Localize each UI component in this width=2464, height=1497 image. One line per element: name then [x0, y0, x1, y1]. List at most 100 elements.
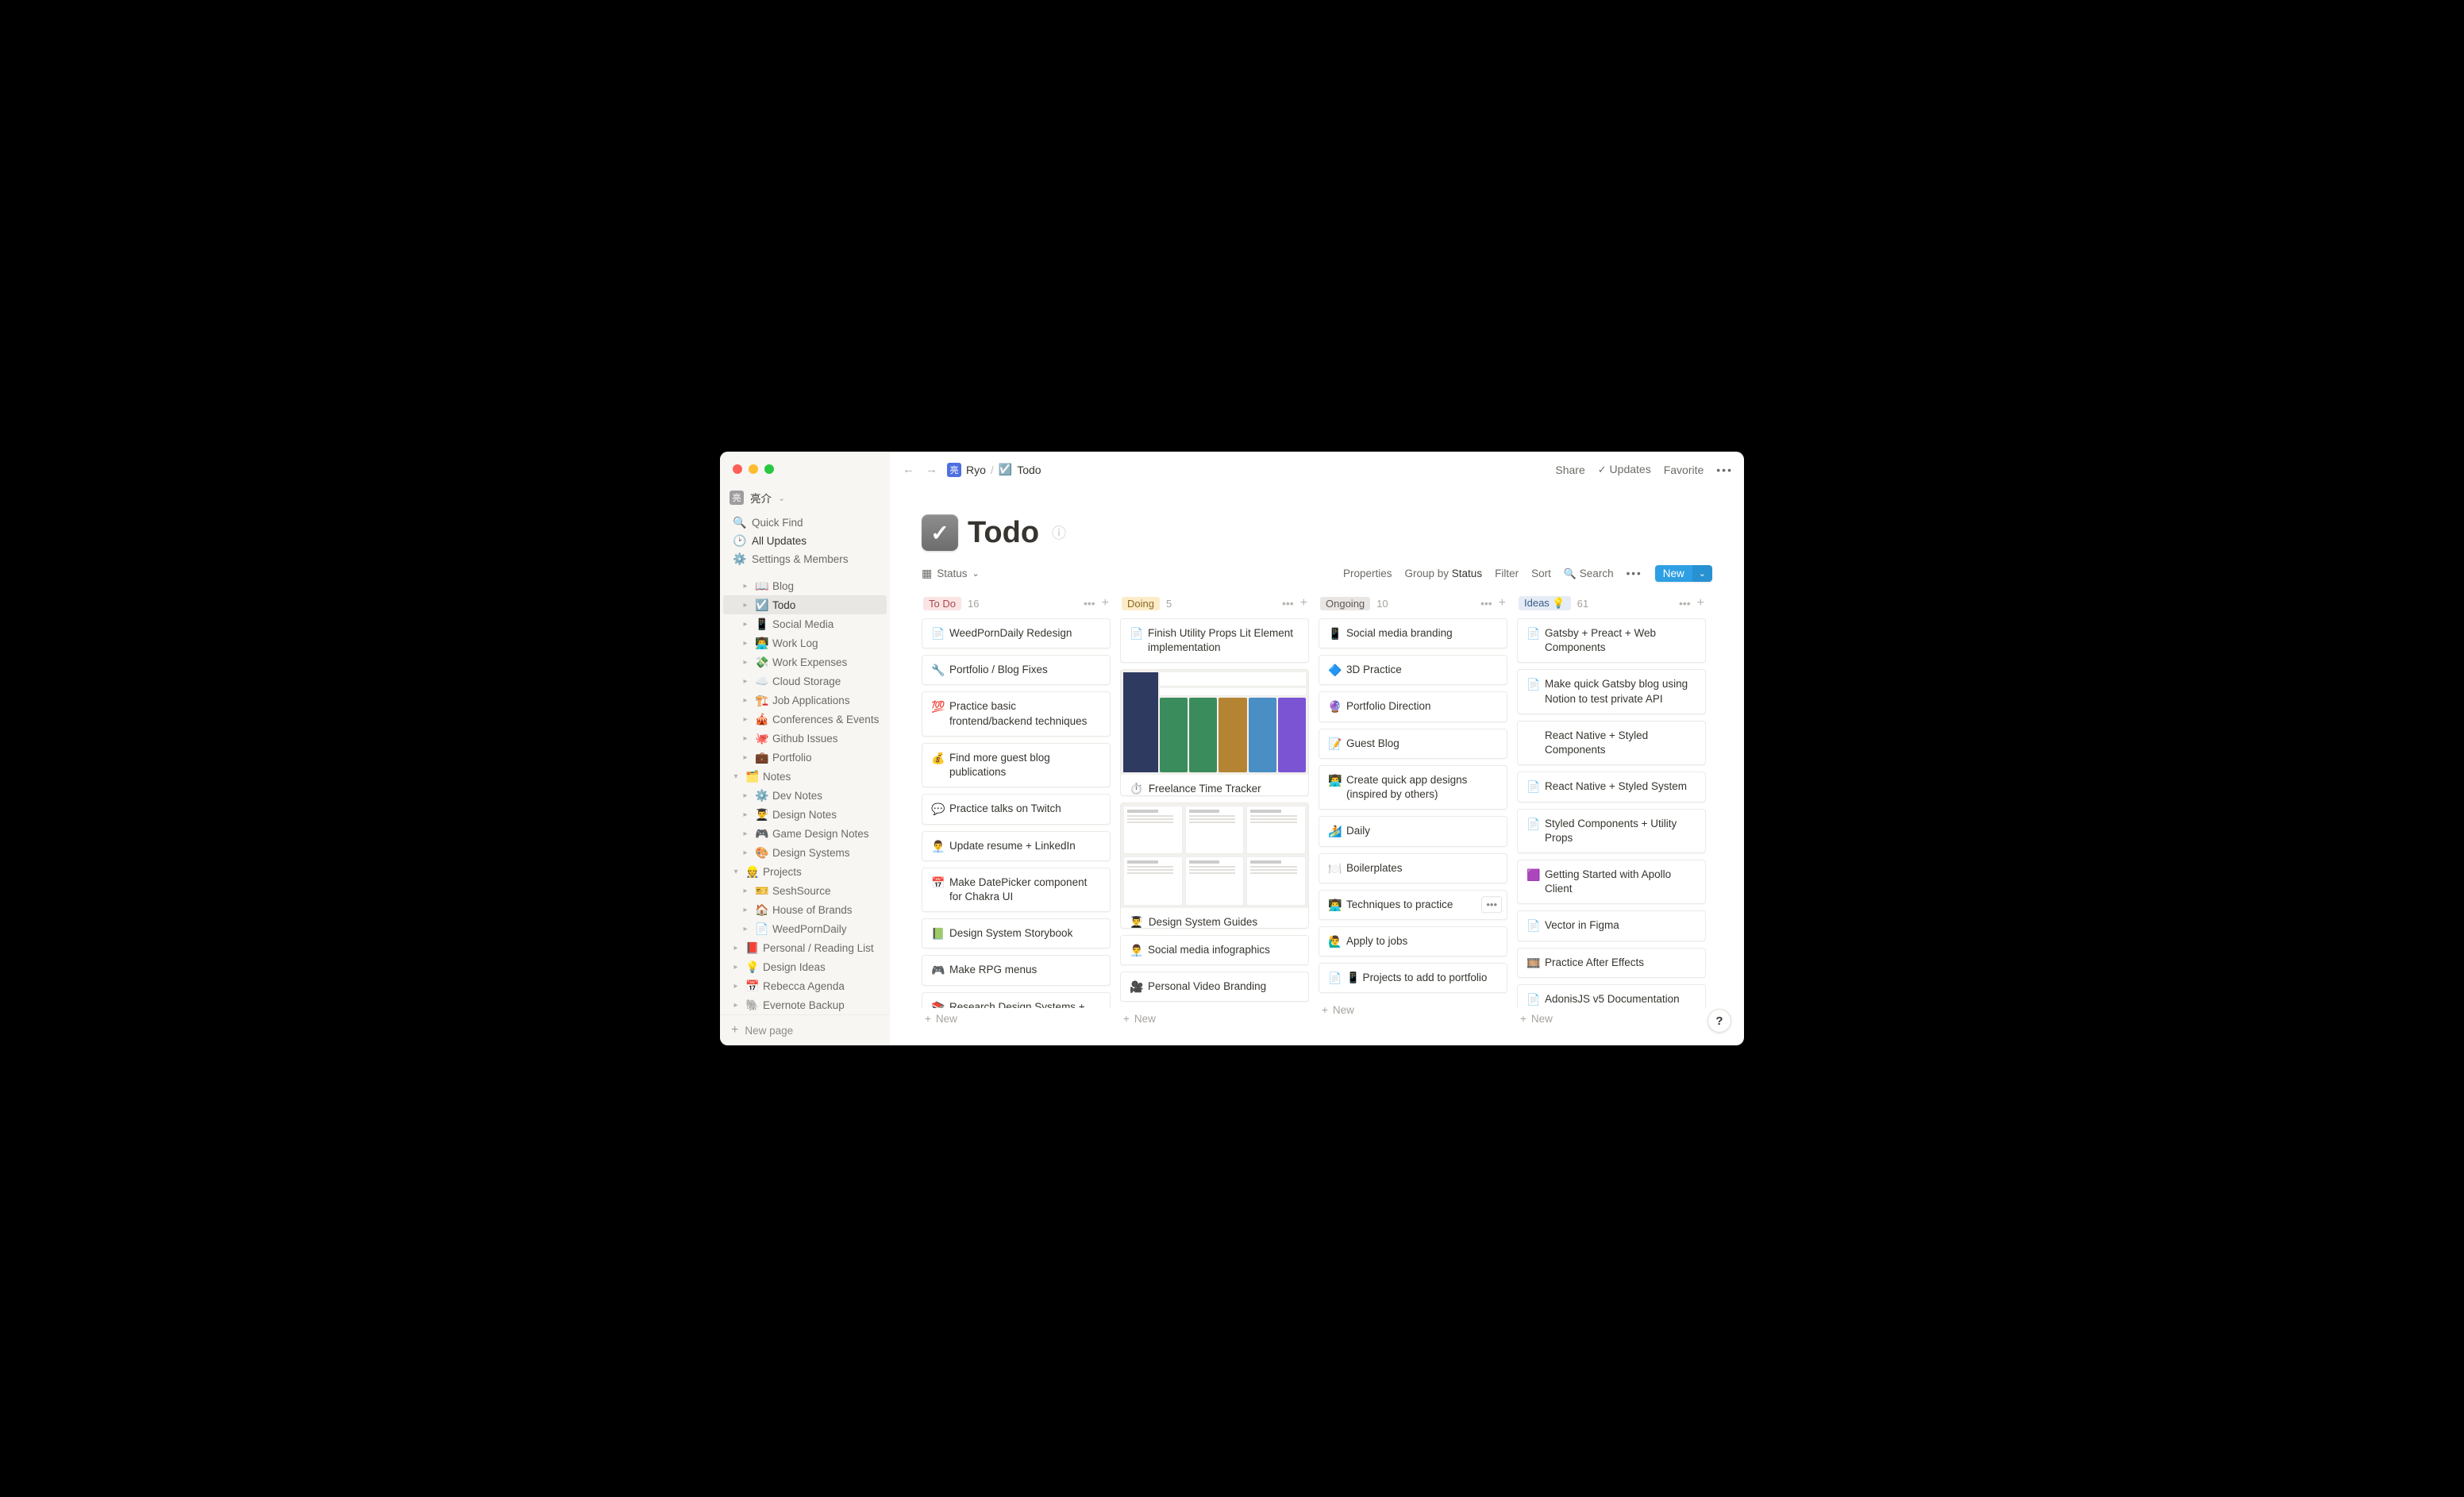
- column-add-button[interactable]: +: [1102, 596, 1109, 610]
- column-status-tag[interactable]: Ongoing: [1320, 597, 1370, 610]
- sidebar-item-social-media[interactable]: ▸📱Social Media: [723, 614, 887, 633]
- board-card[interactable]: 🎮Make RPG menus: [922, 955, 1111, 985]
- nav-forward-button[interactable]: →: [924, 461, 939, 478]
- column-add-button[interactable]: +: [1697, 596, 1704, 610]
- favorite-button[interactable]: Favorite: [1664, 464, 1704, 476]
- board-card[interactable]: 📚Research Design Systems + Write Article…: [922, 992, 1111, 1008]
- disclosure-triangle-icon[interactable]: ▸: [739, 791, 752, 800]
- column-add-new[interactable]: +New: [1319, 999, 1507, 1021]
- filter-button[interactable]: Filter: [1495, 568, 1519, 579]
- sidebar-item-design-ideas[interactable]: ▸💡Design Ideas: [723, 957, 887, 976]
- sidebar-item-rebecca-agenda[interactable]: ▸📅Rebecca Agenda: [723, 976, 887, 995]
- board-card[interactable]: 📱Social media branding: [1319, 618, 1507, 648]
- properties-button[interactable]: Properties: [1343, 568, 1392, 579]
- board-card[interactable]: 👨‍💻Create quick app designs (inspired by…: [1319, 765, 1507, 810]
- disclosure-triangle-icon[interactable]: ▸: [730, 963, 742, 972]
- sidebar-item-personal-reading-list[interactable]: ▸📕Personal / Reading List: [723, 938, 887, 957]
- sidebar-item-evernote-backup[interactable]: ▸🐘Evernote Backup: [723, 995, 887, 1014]
- column-more-button[interactable]: •••: [1084, 597, 1095, 610]
- page-icon[interactable]: ✓: [922, 514, 958, 551]
- card-more-button[interactable]: •••: [1481, 896, 1502, 914]
- column-status-tag[interactable]: Doing: [1122, 597, 1160, 610]
- board-card[interactable]: ⏱️Freelance Time Tracker: [1120, 669, 1309, 795]
- board-card[interactable]: 📝Guest Blog: [1319, 729, 1507, 759]
- disclosure-triangle-icon[interactable]: ▸: [739, 906, 752, 914]
- view-switcher[interactable]: ▦ Status ⌄: [922, 567, 980, 580]
- board-card[interactable]: 📄📱 Projects to add to portfolio: [1319, 963, 1507, 993]
- info-icon[interactable]: ⓘ: [1052, 522, 1066, 543]
- column-add-new[interactable]: +New: [1517, 1008, 1706, 1029]
- db-more-button[interactable]: •••: [1627, 568, 1642, 579]
- column-status-tag[interactable]: To Do: [923, 597, 961, 610]
- board-card[interactable]: 💰Find more guest blog publications: [922, 743, 1111, 787]
- sidebar-item-dev-notes[interactable]: ▸⚙️Dev Notes: [723, 786, 887, 805]
- disclosure-triangle-icon[interactable]: ▸: [739, 925, 752, 933]
- sort-button[interactable]: Sort: [1531, 568, 1551, 579]
- sidebar-item-projects[interactable]: ▾👷Projects: [723, 862, 887, 881]
- workspace-switcher[interactable]: 亮 亮介 ⌄: [720, 487, 890, 514]
- board-card[interactable]: 📄Vector in Figma: [1517, 910, 1706, 941]
- board-card[interactable]: 📄React Native + Styled System: [1517, 772, 1706, 802]
- board-card[interactable]: 🏄Daily: [1319, 816, 1507, 846]
- disclosure-triangle-icon[interactable]: ▾: [730, 868, 742, 876]
- board-card[interactable]: 👨‍💼Social media infographics: [1120, 935, 1309, 965]
- group-by-button[interactable]: Group by Status: [1405, 568, 1483, 579]
- new-dropdown-button[interactable]: ⌄: [1692, 565, 1712, 582]
- column-add-button[interactable]: +: [1499, 596, 1506, 610]
- disclosure-triangle-icon[interactable]: ▸: [739, 734, 752, 743]
- quick-find[interactable]: 🔍 Quick Find: [723, 514, 887, 532]
- disclosure-triangle-icon[interactable]: ▸: [739, 887, 752, 895]
- sidebar-item-weedporndaily[interactable]: ▸📄WeedPornDaily: [723, 919, 887, 938]
- disclosure-triangle-icon[interactable]: ▸: [739, 849, 752, 857]
- disclosure-triangle-icon[interactable]: ▸: [739, 620, 752, 629]
- board-card[interactable]: 🎥Personal Video Branding: [1120, 972, 1309, 1002]
- sidebar-item-job-applications[interactable]: ▸🏗️Job Applications: [723, 691, 887, 710]
- sidebar-item-game-design-notes[interactable]: ▸🎮Game Design Notes: [723, 824, 887, 843]
- updates-button[interactable]: ✓ Updates: [1598, 463, 1651, 476]
- sidebar-item-blog[interactable]: ▸📖Blog: [723, 576, 887, 595]
- all-updates[interactable]: 🕑 All Updates: [723, 532, 887, 550]
- sidebar-item-notes[interactable]: ▾🗂️Notes: [723, 767, 887, 786]
- disclosure-triangle-icon[interactable]: ▸: [730, 1001, 742, 1010]
- board-card[interactable]: 🔮Portfolio Direction: [1319, 691, 1507, 722]
- board-card[interactable]: 🔷3D Practice: [1319, 655, 1507, 685]
- board-card[interactable]: 📄Gatsby + Preact + Web Components: [1517, 618, 1706, 663]
- board-card[interactable]: 📄WeedPornDaily Redesign: [922, 618, 1111, 648]
- disclosure-triangle-icon[interactable]: ▸: [739, 753, 752, 762]
- new-page-button[interactable]: + New page: [720, 1014, 890, 1045]
- column-more-button[interactable]: •••: [1480, 597, 1492, 610]
- column-add-button[interactable]: +: [1300, 596, 1307, 610]
- board-card[interactable]: 📄Styled Components + Utility Props: [1517, 809, 1706, 853]
- sidebar-item-cloud-storage[interactable]: ▸☁️Cloud Storage: [723, 672, 887, 691]
- disclosure-triangle-icon[interactable]: ▸: [730, 982, 742, 991]
- sidebar-item-design-systems[interactable]: ▸🎨Design Systems: [723, 843, 887, 862]
- search-button[interactable]: 🔍 Search: [1564, 568, 1614, 580]
- board-card[interactable]: 💬Practice talks on Twitch: [922, 794, 1111, 824]
- disclosure-triangle-icon[interactable]: ▸: [739, 677, 752, 686]
- disclosure-triangle-icon[interactable]: ▸: [739, 829, 752, 838]
- board-card[interactable]: 🟪Getting Started with Apollo Client: [1517, 860, 1706, 904]
- nav-back-button[interactable]: ←: [901, 461, 916, 478]
- sidebar-item-github-issues[interactable]: ▸🐙Github Issues: [723, 729, 887, 748]
- disclosure-triangle-icon[interactable]: ▸: [739, 601, 752, 610]
- page-title[interactable]: Todo: [968, 516, 1039, 550]
- sidebar-item-house-of-brands[interactable]: ▸🏠House of Brands: [723, 900, 887, 919]
- disclosure-triangle-icon[interactable]: ▸: [739, 639, 752, 648]
- disclosure-triangle-icon[interactable]: ▾: [730, 772, 742, 781]
- disclosure-triangle-icon[interactable]: ▸: [739, 810, 752, 819]
- breadcrumb-workspace[interactable]: Ryo: [966, 464, 986, 476]
- sidebar-item-design-notes[interactable]: ▸👨‍🎓Design Notes: [723, 805, 887, 824]
- board-card[interactable]: 📄AdonisJS v5 Documentation Improvements: [1517, 984, 1706, 1008]
- board-card[interactable]: 👨‍💻Techniques to practice•••: [1319, 890, 1507, 920]
- share-button[interactable]: Share: [1555, 464, 1584, 476]
- settings-members[interactable]: ⚙️ Settings & Members: [723, 550, 887, 568]
- help-button[interactable]: ?: [1707, 1009, 1731, 1033]
- sidebar-item-work-log[interactable]: ▸👨‍💻Work Log: [723, 633, 887, 652]
- board-card[interactable]: 👨‍💼Update resume + LinkedIn: [922, 831, 1111, 861]
- column-status-tag[interactable]: Ideas 💡: [1519, 596, 1571, 610]
- column-more-button[interactable]: •••: [1282, 597, 1294, 610]
- board-card[interactable]: 📅Make DatePicker component for Chakra UI: [922, 868, 1111, 912]
- disclosure-triangle-icon[interactable]: ▸: [739, 582, 752, 591]
- disclosure-triangle-icon[interactable]: ▸: [739, 715, 752, 724]
- board-card[interactable]: 🙋‍♂️Apply to jobs: [1319, 926, 1507, 956]
